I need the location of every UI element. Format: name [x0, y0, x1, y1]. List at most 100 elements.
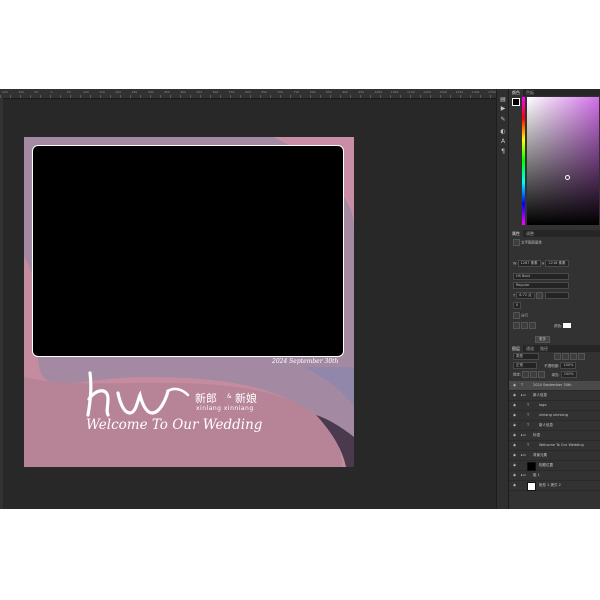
align-right-button[interactable] — [529, 322, 536, 329]
filter-shape-icon[interactable] — [578, 353, 586, 360]
blend-mode-select[interactable]: 正常 — [513, 362, 537, 369]
tab-channels[interactable]: 通道 — [523, 345, 537, 352]
opacity-field[interactable]: 100% — [560, 362, 577, 369]
layer-name: 新人信息 — [539, 423, 553, 427]
filter-pixel-icon[interactable] — [554, 353, 562, 360]
ampersand: & — [227, 393, 232, 400]
character-icon[interactable]: A — [500, 139, 506, 145]
ruler-label: 600 — [245, 90, 251, 94]
ruler-label: 50 — [34, 90, 39, 94]
layer-thumbnail — [527, 462, 536, 471]
filter-adjust-icon[interactable] — [562, 353, 570, 360]
layer-row[interactable]: ◉ ▸▭ 背景元素 — [509, 451, 600, 461]
font-family-select[interactable]: HS Bold — [513, 273, 569, 280]
filter-type-icon[interactable] — [570, 353, 578, 360]
visibility-eye-icon[interactable]: ◉ — [513, 421, 517, 430]
tab-adjustments[interactable]: 调整 — [523, 230, 537, 237]
ruler-label: 750 — [293, 90, 300, 94]
tab-layers[interactable]: 图层 — [509, 345, 523, 352]
more-button[interactable]: 更多 — [535, 336, 550, 343]
tab-color[interactable]: 颜色 — [509, 89, 523, 96]
ruler-label: 100 — [83, 90, 89, 94]
layer-row[interactable]: ◉ ▸▭ 标语 — [509, 431, 600, 441]
layer-row[interactable]: ◉ T 新人信息 — [509, 421, 600, 431]
lock-row: 锁定: 填充: 100% — [513, 371, 577, 378]
color-picker-field[interactable] — [527, 97, 599, 225]
layer-row[interactable]: ◉ T Welcome To Our Wedding — [509, 441, 600, 451]
tracking-field[interactable]: 0 — [513, 302, 522, 309]
right-panel: 颜色 色板 属性 调整 文字图层属性 W 1287 像素 H 2218 像素 HS … — [508, 89, 600, 509]
tab-swatches[interactable]: 色板 — [523, 89, 537, 96]
ruler-label: 150 — [2, 90, 8, 94]
visibility-eye-icon[interactable]: ◉ — [513, 451, 517, 460]
visibility-eye-icon[interactable]: ◉ — [513, 471, 517, 480]
width-field[interactable]: 1287 像素 — [517, 260, 541, 267]
layer-name: xinlang xinniang — [539, 413, 568, 417]
text-layer-icon: T — [527, 443, 530, 447]
hue-slider[interactable] — [522, 97, 525, 225]
layer-name: 矩形 1 拷贝 2 — [539, 483, 561, 487]
height-field[interactable]: 2218 像素 — [545, 260, 569, 267]
tab-paths[interactable]: 路径 — [537, 345, 551, 352]
layer-row[interactable]: ◉ 矩形 1 拷贝 2 — [509, 481, 600, 491]
transform-row: W 1287 像素 H 2218 像素 — [513, 260, 569, 267]
font-style-select[interactable]: Regular — [513, 282, 569, 289]
layers-icon[interactable]: ▤ — [500, 97, 506, 103]
picker-cursor[interactable] — [565, 175, 570, 180]
text-layer-icon: T — [527, 423, 530, 427]
layer-row[interactable]: ◉ Tlogo — [509, 401, 600, 411]
visibility-eye-icon[interactable]: ◉ — [513, 391, 517, 400]
folder-icon: ▸▭ — [521, 393, 527, 397]
leading-box[interactable] — [535, 292, 543, 299]
foreground-swatch[interactable] — [512, 98, 520, 106]
visibility-eye-icon[interactable]: ◉ — [513, 481, 517, 490]
color-panel-tabs: 颜色 色板 — [509, 89, 600, 96]
align-left-button[interactable] — [513, 322, 520, 329]
font-size-field[interactable]: 6.72 点 — [516, 292, 535, 299]
size-row: T 6.72 点 — [513, 292, 569, 299]
leading-field[interactable] — [544, 292, 569, 299]
lock-all-icon[interactable] — [538, 371, 546, 378]
text-layer-icon: T — [527, 413, 530, 417]
folder-icon: ▸▭ — [521, 453, 527, 457]
layer-name: 背景元素 — [533, 453, 547, 457]
ruler-label: 250 — [131, 90, 138, 94]
layer-name: Welcome To Our Wedding — [539, 443, 584, 447]
photo-frame-placeholder[interactable] — [32, 145, 344, 357]
text-color-swatch[interactable] — [563, 323, 572, 328]
layer-name: 2024 September 30th — [533, 383, 572, 387]
visibility-eye-icon[interactable]: ◉ — [513, 431, 517, 440]
visibility-eye-icon[interactable]: ◉ — [513, 441, 517, 450]
lock-position-icon[interactable] — [530, 371, 538, 378]
visibility-eye-icon[interactable]: ◉ — [513, 411, 517, 420]
tab-properties[interactable]: 属性 — [509, 230, 523, 237]
play-icon[interactable]: ▶ — [500, 106, 506, 112]
ruler-label: 300 — [147, 90, 154, 94]
layer-name: 标语 — [533, 433, 540, 437]
fill-field[interactable]: 100% — [560, 371, 577, 378]
properties-title: 文字图层属性 — [513, 239, 542, 246]
welcome-slogan: Welcome To Our Wedding — [86, 417, 263, 433]
adjust-icon[interactable]: ◐ — [500, 129, 506, 135]
paragraph-icon[interactable]: ¶ — [500, 149, 506, 155]
brush-icon[interactable]: ✎ — [500, 117, 506, 123]
ruler-label: 200 — [115, 90, 122, 94]
align-center-button[interactable] — [521, 322, 528, 329]
layer-row[interactable]: ◉ T 2024 September 30th — [509, 381, 600, 391]
design-document[interactable]: 2024 September 30th 新郎 & 新娘 xinlang xinn… — [24, 137, 354, 467]
more-row: 更多 — [535, 336, 550, 343]
layer-row[interactable]: ◉ Txinlang xinniang — [509, 411, 600, 421]
layer-row[interactable]: ◉ ▸▭ 新人信息 — [509, 391, 600, 401]
visibility-eye-icon[interactable]: ◉ — [513, 461, 517, 470]
style-row: Regular — [513, 282, 569, 289]
layer-row[interactable]: ◉ ▸▭ 组 1 — [509, 471, 600, 481]
toggle-box[interactable] — [513, 312, 520, 319]
horizontal-ruler[interactable]: 150 100 50 0 50 100 150 200 250 300 350 400 450 500 55… — [0, 89, 508, 99]
layer-filter-select[interactable]: 类型 — [513, 353, 539, 360]
layer-row[interactable]: ◉ 相框位置 — [509, 461, 600, 471]
visibility-eye-icon[interactable]: ◉ — [513, 381, 517, 390]
groom-label: 新郎 — [195, 392, 217, 405]
ruler-label: 450 — [196, 90, 203, 94]
lock-pixels-icon[interactable] — [522, 371, 530, 378]
visibility-eye-icon[interactable]: ◉ — [513, 401, 517, 410]
